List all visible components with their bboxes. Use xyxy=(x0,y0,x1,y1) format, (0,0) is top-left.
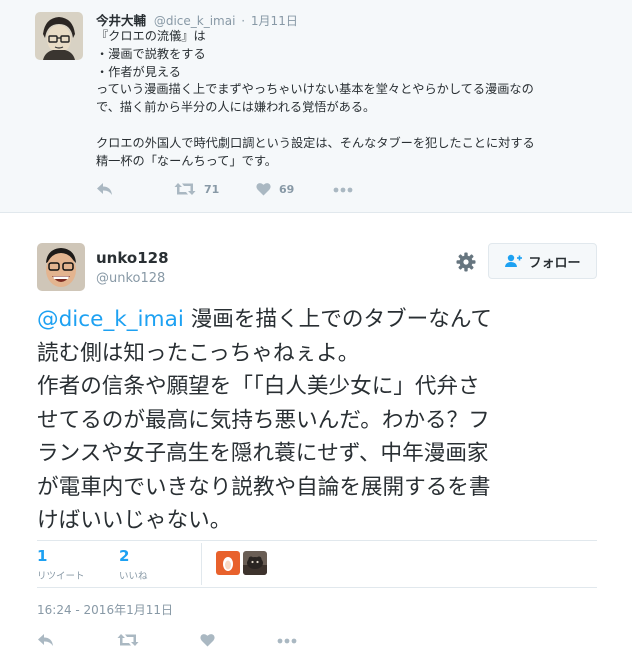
likes-label: いいね xyxy=(119,571,148,582)
liker-avatar[interactable] xyxy=(243,551,267,575)
parent-author-handle[interactable]: @dice_k_imai xyxy=(154,14,236,28)
parent-tweet-text: 『クロエの流儀』は ・漫画で説教をする ・作者が見える っていう漫画描く上でまず… xyxy=(96,28,616,170)
retweet-button[interactable] xyxy=(117,633,139,647)
parent-tweet-actions: 71 69 xyxy=(96,182,396,200)
main-tweet-text: @dice_k_imai 漫画を描く上でのタブーなんて 読む側は知ったこっちゃね… xyxy=(37,303,597,538)
retweet-icon xyxy=(117,634,139,646)
parent-text-line: ・作者が見える xyxy=(96,64,181,79)
parent-reply-button[interactable] xyxy=(96,182,113,196)
likes-stat[interactable]: 2 いいね xyxy=(119,547,148,582)
reply-icon xyxy=(38,634,53,646)
parent-like-count: 69 xyxy=(279,182,295,196)
main-tweet-actions xyxy=(37,633,337,651)
reply-icon xyxy=(97,183,112,195)
retweets-count: 1 xyxy=(37,547,48,565)
follow-button[interactable]: フォロー xyxy=(488,243,597,279)
retweets-stat[interactable]: 1 リツイート xyxy=(37,547,85,582)
parent-text-line xyxy=(96,117,616,135)
mention-link[interactable]: @dice_k_imai xyxy=(37,307,184,332)
stats-divider xyxy=(201,543,202,585)
main-avatar[interactable] xyxy=(37,243,85,291)
retweet-icon xyxy=(174,183,196,195)
parent-like-button[interactable]: 69 xyxy=(256,182,294,196)
liker-avatars xyxy=(216,551,267,575)
parent-text-line: 精一杯の「なーんちって」です。 xyxy=(96,153,277,168)
tweet-text-line: 作者の信条や願望を「「白人美少女に」代弁さ xyxy=(37,374,480,399)
parent-author-name[interactable]: 今井大輔 xyxy=(96,13,146,28)
heart-icon xyxy=(256,183,271,196)
parent-more-button[interactable] xyxy=(333,187,353,193)
more-button[interactable] xyxy=(277,638,297,644)
tweet-text-line: が電車内でいきなり説教や自論を展開するを書 xyxy=(37,474,491,500)
tweet-text-segment: 漫画を描く上でのタブーなんて xyxy=(183,307,492,332)
tweet-stats: 1 リツイート 2 いいね xyxy=(37,540,597,588)
parent-text-line: クロエの外国人で時代劇口調という設定は、そんなタブーを犯したことに対する xyxy=(96,135,535,150)
more-icon xyxy=(277,638,297,644)
add-user-icon xyxy=(504,254,523,268)
tweet-text-line: ランスや女子高生を隠れ蓑にせず、中年漫画家 xyxy=(37,441,489,466)
parent-retweet-button[interactable]: 71 xyxy=(174,182,219,196)
follow-label: フォロー xyxy=(528,255,581,271)
gear-icon xyxy=(456,252,476,272)
more-icon xyxy=(333,187,353,193)
main-author-handle[interactable]: @unko128 xyxy=(96,271,165,286)
tweet-text-line: @dice_k_imai 漫画を描く上でのタブーなんて xyxy=(37,303,597,337)
liker-avatar[interactable] xyxy=(216,551,240,575)
likes-count: 2 xyxy=(119,547,130,565)
parent-tweet: 今井大輔 @dice_k_imai · 1月11日 『クロエの流儀』は ・漫画で… xyxy=(0,0,632,213)
heart-icon xyxy=(200,634,215,647)
tweet-timestamp[interactable]: 16:24 - 2016年1月11日 xyxy=(37,601,173,618)
parent-text-line: 『クロエの流儀』は xyxy=(96,29,206,43)
settings-button[interactable] xyxy=(456,252,476,272)
parent-tweet-date[interactable]: 1月11日 xyxy=(251,14,298,28)
tweet-text-line: 読む側は知ったこっちゃねぇよ。 xyxy=(37,340,360,366)
date-separator: · xyxy=(241,14,246,28)
parent-retweet-count: 71 xyxy=(204,182,220,196)
parent-text-line: っていう漫画描く上でまずやっちゃいけない基本を堂々とやらかしてる漫画なの xyxy=(96,82,534,97)
reply-button[interactable] xyxy=(37,633,54,647)
main-author-name[interactable]: unko128 xyxy=(96,249,169,267)
parent-tweet-header: 今井大輔 @dice_k_imai · 1月11日 xyxy=(96,10,298,29)
parent-text-line: で、描く前から半分の人には嫌われる覚悟がある。 xyxy=(96,100,376,115)
tweet-text-line: せてるのが最高に気持ち悪いんだ。わかる？フ xyxy=(37,407,490,433)
parent-avatar[interactable] xyxy=(35,12,83,60)
parent-text-line: ・漫画で説教をする xyxy=(96,46,206,61)
tweet-text-line: けばいいじゃない。 xyxy=(37,508,232,533)
retweets-label: リツイート xyxy=(37,571,85,582)
like-button[interactable] xyxy=(200,633,215,647)
